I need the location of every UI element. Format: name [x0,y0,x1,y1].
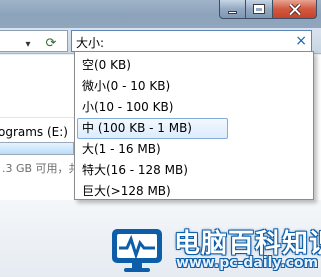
size-option-tiny[interactable]: 微小(0 - 10 KB) [77,76,228,97]
address-history-dropdown-icon[interactable]: ▾ [20,37,36,53]
drive-label[interactable]: ograms (E:) [0,125,68,139]
size-filter-dropdown: 空(0 KB) 微小(0 - 10 KB) 小(10 - 100 KB) 中 (… [74,51,314,200]
close-icon [288,3,301,15]
size-option-empty[interactable]: 空(0 KB) [77,55,228,76]
size-option-gigantic[interactable]: 巨大(>128 MB) [77,181,228,202]
monitor-logo-icon [112,229,162,272]
refresh-icon[interactable]: ⟳ [42,35,60,53]
size-option-small[interactable]: 小(10 - 100 KB) [77,97,228,118]
caption-buttons [219,0,317,19]
maximize-icon [253,4,265,14]
clear-search-icon[interactable]: × [295,33,307,49]
close-button[interactable] [273,0,317,19]
size-option-medium[interactable]: 中 (100 KB - 1 MB) [77,118,228,139]
address-bar[interactable]: ▾ ⟳ [0,30,68,52]
drive-free-space: .3 GB 可用，共 [2,162,80,175]
watermark-url: www.pc-daily.com [176,255,319,271]
section-divider [0,117,74,118]
search-query-text: 大小: [76,36,105,50]
window-title-bar [0,0,321,28]
search-input[interactable]: 大小: × [71,30,312,52]
maximize-button[interactable] [246,0,273,19]
minimize-button[interactable] [219,0,246,19]
size-option-huge[interactable]: 特大(16 - 128 MB) [77,160,228,181]
drive-usage-bar [0,142,74,155]
minimize-icon [228,10,237,14]
watermark: 电脑百科知识 www.pc-daily.com [110,223,321,277]
size-option-large[interactable]: 大(1 - 16 MB) [77,139,228,160]
